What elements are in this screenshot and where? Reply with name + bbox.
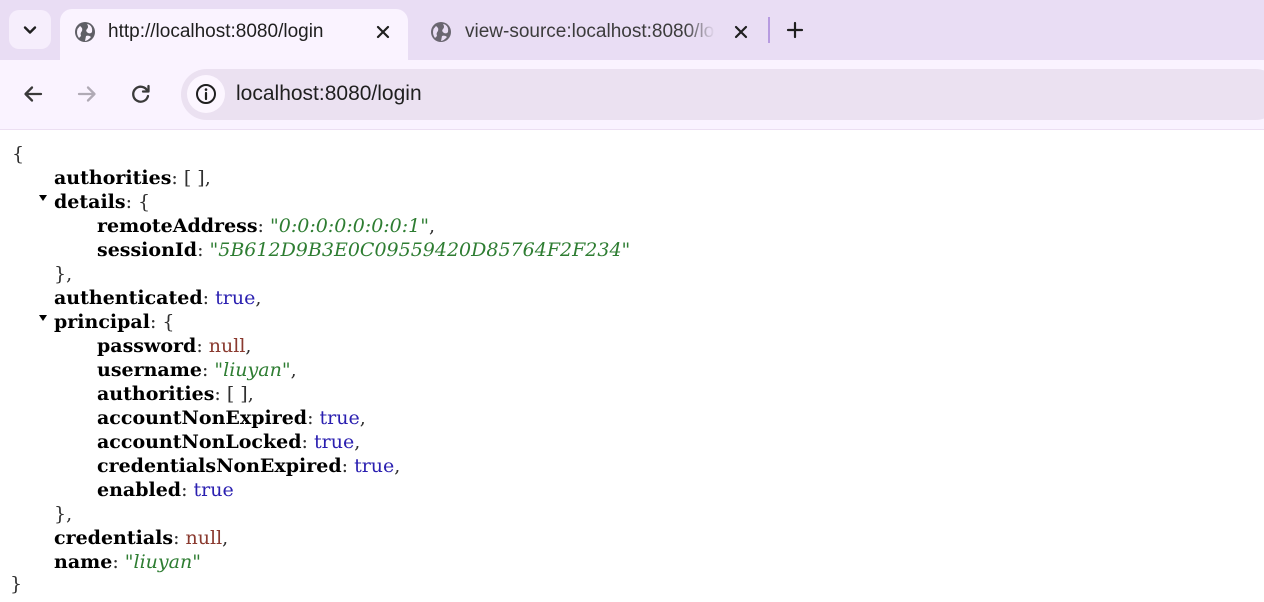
browser-toolbar: localhost:8080/login xyxy=(0,60,1264,130)
json-row-principal: principal: { xyxy=(54,311,175,333)
collapse-toggle-principal[interactable] xyxy=(38,314,48,324)
json-key: accountNonLocked xyxy=(97,431,302,453)
json-row-name: name: "liuyan" xyxy=(54,551,201,573)
tab-title: view-source:localhost:8080/login xyxy=(465,21,715,42)
json-principal-close: }, xyxy=(54,503,73,525)
json-value: "5B612D9B3E0C09559420D85764F2F234" xyxy=(209,239,631,261)
json-row-accountnonexpired: accountNonExpired: true, xyxy=(97,407,366,429)
forward-button[interactable] xyxy=(69,76,105,112)
json-row-enabled: enabled: true xyxy=(97,479,234,501)
json-row-authenticated: authenticated: true, xyxy=(54,287,262,309)
json-value: null xyxy=(185,527,223,549)
json-key: accountNonExpired xyxy=(97,407,308,429)
json-key: password xyxy=(97,335,197,357)
json-row-principal-authorities: authorities: [ ], xyxy=(97,383,254,405)
json-value: true xyxy=(354,455,395,477)
json-value: "liuyan" xyxy=(124,551,201,573)
json-key: authenticated xyxy=(54,287,203,309)
json-row-details: details: { xyxy=(54,191,151,213)
arrow-left-icon xyxy=(24,86,43,102)
json-key: name xyxy=(54,551,113,573)
json-details-close: }, xyxy=(54,263,73,285)
new-tab-button[interactable] xyxy=(780,15,810,45)
tab-title: http://localhost:8080/login xyxy=(108,21,324,42)
json-value: true xyxy=(313,431,355,453)
reload-button[interactable] xyxy=(123,76,159,112)
json-row-accountnonlocked: accountNonLocked: true, xyxy=(97,431,361,453)
tab-strip: http://localhost:8080/login view-source:… xyxy=(0,0,1264,60)
json-row-password: password: null, xyxy=(97,335,252,357)
json-value: [ ] xyxy=(183,167,205,189)
json-open-brace: { xyxy=(12,143,25,165)
tab-login[interactable]: http://localhost:8080/login xyxy=(60,9,408,60)
json-value: null xyxy=(208,335,246,357)
globe-icon xyxy=(75,22,95,42)
site-info-button[interactable] xyxy=(187,75,225,113)
json-value: true xyxy=(319,407,360,429)
json-value: "liuyan" xyxy=(214,359,291,381)
tab-close-button[interactable] xyxy=(370,19,396,45)
json-key: authorities xyxy=(97,383,215,405)
reload-icon xyxy=(132,84,150,103)
json-key: principal xyxy=(54,311,150,333)
tab-search-button[interactable] xyxy=(9,10,51,49)
json-close-brace: } xyxy=(10,573,23,595)
json-value: true xyxy=(193,479,234,501)
json-row-username: username: "liuyan", xyxy=(97,359,297,381)
json-row-sessionid: sessionId: "5B612D9B3E0C09559420D85764F2… xyxy=(97,239,631,261)
close-icon xyxy=(734,25,748,39)
info-icon xyxy=(196,84,216,104)
json-row-remoteaddress: remoteAddress: "0:0:0:0:0:0:0:1", xyxy=(97,215,436,237)
address-bar[interactable]: localhost:8080/login xyxy=(181,69,1264,120)
json-value: "0:0:0:0:0:0:0:1" xyxy=(270,215,429,237)
json-row-credentials: credentials: null, xyxy=(54,527,229,549)
json-key: enabled xyxy=(97,479,182,501)
tab-close-button[interactable] xyxy=(728,19,754,45)
plus-icon xyxy=(786,21,804,39)
json-value: true xyxy=(215,287,256,309)
chevron-down-icon xyxy=(23,25,37,34)
tab-view-source[interactable]: view-source:localhost:8080/login xyxy=(418,9,762,60)
json-key: credentials xyxy=(54,527,174,549)
url-text[interactable]: localhost:8080/login xyxy=(236,82,422,106)
tab-separator xyxy=(768,17,770,43)
arrow-right-icon xyxy=(77,86,96,102)
json-key: sessionId xyxy=(97,239,198,261)
json-key: username xyxy=(97,359,202,381)
json-key: authorities xyxy=(54,167,172,189)
close-icon xyxy=(376,25,390,39)
globe-icon xyxy=(431,22,451,42)
collapse-toggle-details[interactable] xyxy=(38,194,48,204)
json-key: remoteAddress xyxy=(97,215,258,237)
back-button[interactable] xyxy=(15,76,51,112)
json-key: details xyxy=(54,191,126,213)
json-row-authorities: authorities: [ ], xyxy=(54,167,211,189)
json-value: [ ] xyxy=(226,383,248,405)
json-key: credentialsNonExpired xyxy=(97,455,342,477)
json-row-credentialsnonexpired: credentialsNonExpired: true, xyxy=(97,455,401,477)
